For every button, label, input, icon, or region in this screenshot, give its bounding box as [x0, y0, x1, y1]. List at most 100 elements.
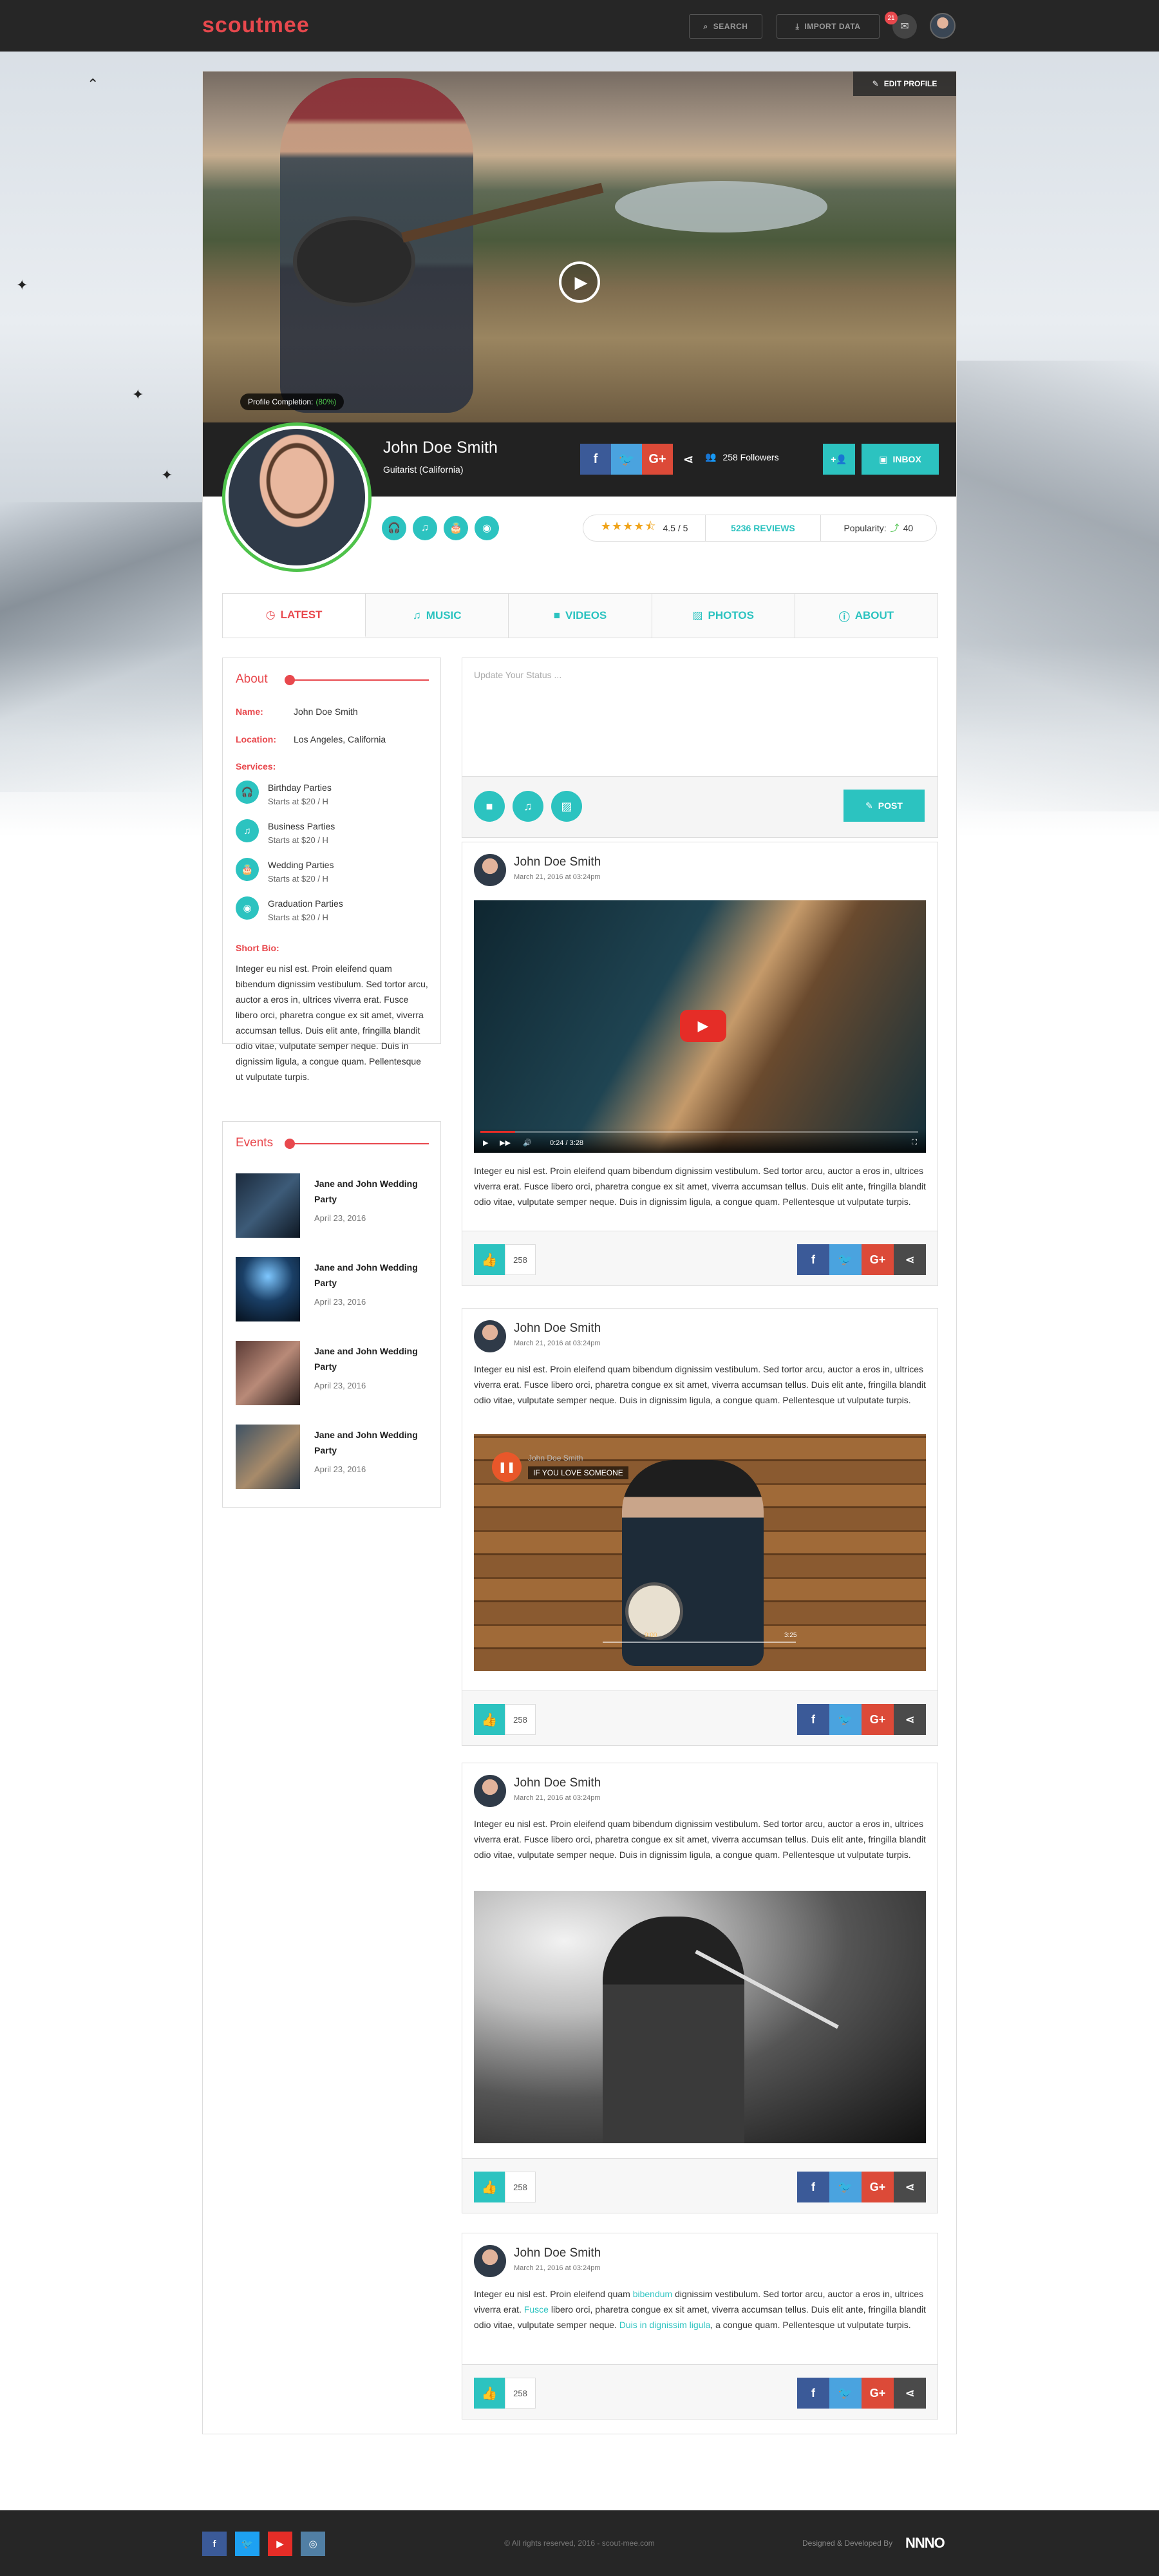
- post-author[interactable]: John Doe Smith: [514, 2246, 601, 2260]
- completion-label: Profile Completion:: [248, 397, 314, 406]
- share-button[interactable]: ⋖: [894, 2172, 926, 2202]
- headphones-icon[interactable]: 🎧: [382, 516, 406, 540]
- cover-lake: [615, 181, 827, 232]
- twitter-share-button[interactable]: 🐦: [829, 1704, 862, 1735]
- volume-icon[interactable]: 🔊: [523, 1139, 532, 1147]
- import-data-button[interactable]: ⤓ IMPORT DATA: [777, 14, 880, 39]
- share-button[interactable]: ⋖: [894, 2378, 926, 2409]
- cover-video[interactable]: ▶ ✎ EDIT PROFILE Profile Completion: (80…: [203, 71, 956, 422]
- twitter-share-button[interactable]: 🐦: [829, 2172, 862, 2202]
- service-price: Starts at $20 / H: [268, 913, 328, 922]
- like-button[interactable]: 👍: [474, 1244, 505, 1275]
- event-item[interactable]: Jane and John Wedding Party April 23, 201…: [236, 1257, 440, 1321]
- thumbs-up-icon: 👍: [481, 1712, 498, 1727]
- like-count: 258: [505, 1704, 536, 1735]
- post-author[interactable]: John Doe Smith: [514, 1321, 601, 1336]
- share-button[interactable]: ⋖: [894, 1244, 926, 1275]
- app-logo[interactable]: scoutmee: [202, 13, 310, 38]
- notification-badge: 21: [885, 12, 898, 24]
- like-button[interactable]: 👍: [474, 2378, 505, 2409]
- google-plus-share-button[interactable]: G+: [862, 1704, 894, 1735]
- post-author[interactable]: John Doe Smith: [514, 855, 601, 869]
- audio-artist: John Doe Smith: [528, 1454, 583, 1463]
- audio-progress[interactable]: [603, 1642, 796, 1643]
- trending-icon: ⤴: [890, 523, 900, 533]
- post-video[interactable]: ▶ ▶ ▶▶ 🔊 0:24 / 3:28 ⛶: [474, 900, 926, 1153]
- google-plus-share-button[interactable]: G+: [862, 1244, 894, 1275]
- tab-music[interactable]: ♫ MUSIC: [366, 594, 509, 638]
- services-key: Services:: [236, 761, 276, 772]
- popularity-value: 40: [903, 523, 914, 533]
- event-item[interactable]: Jane and John Wedding Party April 23, 201…: [236, 1173, 440, 1238]
- bird-icon: ✦: [16, 277, 28, 293]
- next-icon[interactable]: ▶▶: [500, 1139, 511, 1147]
- facebook-share-button[interactable]: f: [797, 2172, 829, 2202]
- post-link[interactable]: Fusce: [524, 2304, 549, 2315]
- post-avatar[interactable]: [474, 854, 506, 886]
- post-avatar[interactable]: [474, 1775, 506, 1807]
- post-author[interactable]: John Doe Smith: [514, 1776, 601, 1790]
- ticket-icon[interactable]: ◉: [475, 516, 499, 540]
- tab-videos[interactable]: ■ VIDEOS: [509, 594, 652, 638]
- facebook-share-button[interactable]: f: [797, 1244, 829, 1275]
- post-photo[interactable]: [474, 1891, 926, 2143]
- event-date: April 23, 2016: [314, 1381, 366, 1390]
- google-plus-share-button[interactable]: G+: [642, 444, 673, 475]
- follow-button[interactable]: +👤: [823, 444, 855, 475]
- twitter-share-button[interactable]: 🐦: [611, 444, 642, 475]
- edit-profile-button[interactable]: ✎ EDIT PROFILE: [853, 71, 956, 96]
- composer-toolbar: ■ ♫ ▨ ✎ POST: [462, 776, 938, 837]
- share-button[interactable]: ⋖: [894, 1704, 926, 1735]
- like-button[interactable]: 👍: [474, 1704, 505, 1735]
- event-item[interactable]: Jane and John Wedding Party April 23, 201…: [236, 1425, 440, 1489]
- google-plus-share-button[interactable]: G+: [862, 2378, 894, 2409]
- share-button[interactable]: ⋖: [673, 444, 704, 475]
- facebook-share-button[interactable]: f: [580, 444, 611, 475]
- add-photo-button[interactable]: ▨: [551, 791, 582, 822]
- add-music-button[interactable]: ♫: [513, 791, 543, 822]
- cover-guitar: [293, 216, 415, 307]
- twitter-icon: 🐦: [618, 452, 635, 467]
- info-icon: ⓘ: [838, 611, 850, 623]
- tab-photos[interactable]: ▨ PHOTOS: [652, 594, 795, 638]
- tab-about[interactable]: ⓘ ABOUT: [795, 594, 938, 638]
- post-avatar[interactable]: [474, 2245, 506, 2277]
- add-video-button[interactable]: ■: [474, 791, 505, 822]
- post-link[interactable]: Duis in dignissim ligula: [619, 2320, 711, 2330]
- fullscreen-icon[interactable]: ⛶: [912, 1139, 917, 1147]
- post-button[interactable]: ✎ POST: [843, 790, 925, 822]
- google-plus-share-button[interactable]: G+: [862, 2172, 894, 2202]
- designer-logo[interactable]: NNNO: [905, 2535, 945, 2552]
- post-button-label: POST: [878, 800, 903, 811]
- twitter-share-button[interactable]: 🐦: [829, 1244, 862, 1275]
- video-controls: ▶ ▶▶ 🔊 0:24 / 3:28 ⛶: [474, 1128, 926, 1153]
- inbox-icon: ▣: [879, 453, 888, 464]
- post-card: John Doe Smith March 21, 2016 at 03:24pm…: [462, 842, 938, 1286]
- video-progress[interactable]: [480, 1131, 918, 1133]
- user-avatar[interactable]: [930, 13, 956, 39]
- play-icon[interactable]: ▶: [483, 1139, 488, 1147]
- music-note-icon[interactable]: ♫: [413, 516, 437, 540]
- facebook-share-button[interactable]: f: [797, 1704, 829, 1735]
- download-icon: ⤓: [795, 21, 800, 31]
- twitter-share-button[interactable]: 🐦: [829, 2378, 862, 2409]
- profile-avatar[interactable]: [222, 422, 372, 572]
- youtube-play-icon[interactable]: ▶: [680, 1010, 726, 1042]
- post-link[interactable]: bibendum: [633, 2289, 673, 2299]
- tab-latest[interactable]: ◷ LATEST: [223, 594, 366, 638]
- cake-icon[interactable]: 🎂: [444, 516, 468, 540]
- play-icon[interactable]: ▶: [559, 261, 600, 303]
- pause-icon[interactable]: ❚❚: [492, 1452, 522, 1482]
- service-price: Starts at $20 / H: [268, 874, 328, 884]
- post-audio-player[interactable]: ❚❚ John Doe Smith IF YOU LOVE SOMEONE 0:…: [474, 1434, 926, 1671]
- status-input[interactable]: Update Your Status ...: [474, 670, 561, 680]
- post-avatar[interactable]: [474, 1320, 506, 1352]
- reviews-link[interactable]: 5236 REVIEWS: [705, 515, 821, 541]
- like-button[interactable]: 👍: [474, 2172, 505, 2202]
- facebook-share-button[interactable]: f: [797, 2378, 829, 2409]
- search-button[interactable]: ⌕ SEARCH: [689, 14, 762, 39]
- event-item[interactable]: Jane and John Wedding Party April 23, 201…: [236, 1341, 440, 1405]
- headphones-icon: 🎧: [236, 781, 259, 804]
- inbox-button[interactable]: ▣ INBOX: [862, 444, 939, 475]
- service-item: 🎧 Birthday Parties Starts at $20 / H: [236, 781, 332, 809]
